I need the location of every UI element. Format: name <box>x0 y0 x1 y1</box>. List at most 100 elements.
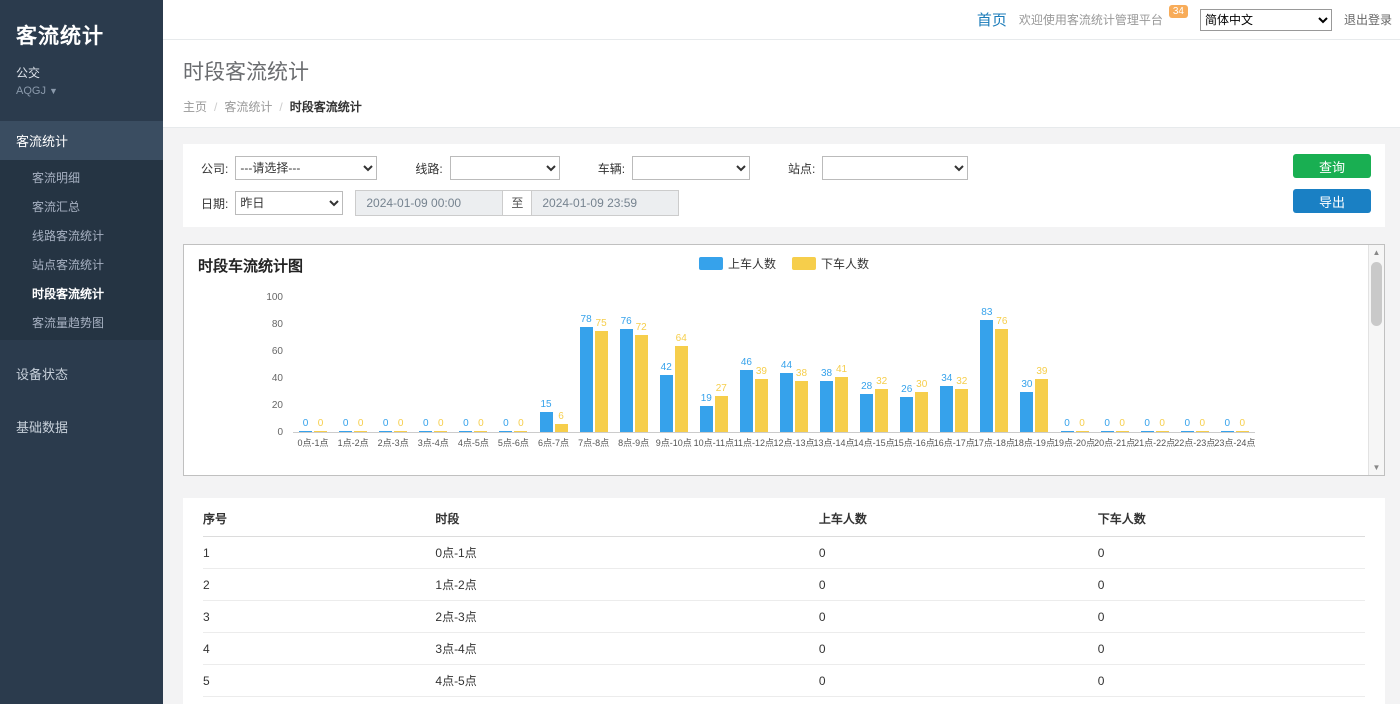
bar-group: 4438 <box>774 373 814 432</box>
table-cell: 4 <box>203 633 435 665</box>
boarding-bar: 0 <box>499 431 512 432</box>
content-area: 公司: ---请选择--- 线路: 车辆: 站点: <box>163 128 1400 704</box>
x-tick-label: 1点-2点 <box>333 436 373 452</box>
table-row: 10点-1点00 <box>203 537 1365 569</box>
plot-area: 0000000000001567875767242641927463944383… <box>293 298 1255 452</box>
vehicle-select[interactable] <box>632 156 750 180</box>
org-selector[interactable]: AQGJ▼ <box>16 85 147 97</box>
chart-scrollbar[interactable]: ▲ ▼ <box>1368 245 1384 475</box>
alighting-bar: 38 <box>795 381 808 432</box>
station-select[interactable] <box>822 156 968 180</box>
scroll-up-icon[interactable]: ▲ <box>1369 245 1384 260</box>
scroll-down-icon[interactable]: ▼ <box>1369 460 1384 475</box>
bar-group: 2630 <box>894 392 934 433</box>
filter-row-2: 日期: 昨日 至 <box>201 190 1367 216</box>
bar-value-label: 42 <box>661 363 672 373</box>
x-tick-label: 14点-15点 <box>854 436 894 452</box>
boarding-bar: 0 <box>379 431 392 432</box>
bar-value-label: 39 <box>756 367 767 377</box>
sidebar-section[interactable]: 设备状态 <box>0 354 163 393</box>
x-axis-labels: 0点-1点1点-2点2点-3点3点-4点4点-5点5点-6点6点-7点7点-8点… <box>293 436 1255 452</box>
bars-area: 0000000000001567875767242641927463944383… <box>293 298 1255 433</box>
table-cell: 6 <box>203 697 435 704</box>
boarding-bar: 76 <box>620 329 633 432</box>
bar-value-label: 0 <box>383 419 389 429</box>
sidebar-section[interactable]: 客流统计 <box>0 121 163 160</box>
line-select[interactable] <box>450 156 560 180</box>
sidebar-section[interactable]: 基础数据 <box>0 407 163 446</box>
date-to-input[interactable] <box>531 190 679 216</box>
alighting-bar: 75 <box>595 331 608 432</box>
legend-label: 下车人数 <box>821 255 869 272</box>
boarding-bar: 38 <box>820 381 833 432</box>
sidebar-item[interactable]: 站点客流统计 <box>0 250 163 279</box>
alighting-bar: 32 <box>875 389 888 432</box>
query-button[interactable]: 查询 <box>1293 154 1371 178</box>
language-select[interactable]: 简体中文 <box>1200 9 1332 31</box>
sidebar-item[interactable]: 时段客流统计 <box>0 279 163 308</box>
x-tick-label: 16点-17点 <box>934 436 974 452</box>
table-row: 43点-4点00 <box>203 633 1365 665</box>
x-tick-label: 8点-9点 <box>614 436 654 452</box>
x-tick-label: 22点-23点 <box>1175 436 1215 452</box>
table-cell: 3点-4点 <box>435 633 818 665</box>
bar-value-label: 44 <box>781 361 792 371</box>
alighting-bar: 0 <box>1236 431 1249 432</box>
table-row: 21点-2点00 <box>203 569 1365 601</box>
legend-item[interactable]: 下车人数 <box>792 255 869 272</box>
date-preset-select[interactable]: 昨日 <box>235 191 343 215</box>
boarding-bar: 0 <box>1221 431 1234 432</box>
alighting-bar: 39 <box>755 379 768 432</box>
bar-value-label: 0 <box>358 419 364 429</box>
sidebar-item[interactable]: 客流量趋势图 <box>0 308 163 337</box>
alighting-bar: 0 <box>1156 431 1169 432</box>
table-header-cell: 上车人数 <box>819 500 1098 537</box>
bar-group: 00 <box>1175 431 1215 432</box>
legend-item[interactable]: 上车人数 <box>699 255 776 272</box>
boarding-bar: 26 <box>900 397 913 432</box>
table-cell: 0 <box>819 665 1098 697</box>
y-tick-label: 60 <box>272 347 283 357</box>
boarding-bar: 0 <box>419 431 432 432</box>
home-link[interactable]: 首页 <box>977 9 1007 30</box>
notification-badge[interactable]: 34 <box>1169 5 1188 18</box>
boarding-bar: 34 <box>940 386 953 432</box>
bar-value-label: 19 <box>701 394 712 404</box>
boarding-bar: 0 <box>1101 431 1114 432</box>
scrollbar-thumb[interactable] <box>1371 262 1382 326</box>
breadcrumb-separator: / <box>279 100 282 114</box>
breadcrumb-item[interactable]: 客流统计 <box>224 100 272 114</box>
org-block: 公交 AQGJ▼ <box>0 62 163 111</box>
table-cell: 2 <box>203 569 435 601</box>
bar-group: 00 <box>493 431 533 432</box>
alighting-bar: 0 <box>314 431 327 432</box>
main-area: 首页 欢迎使用客流统计管理平台 34 简体中文 退出登录 时段客流统计 主页/客… <box>163 0 1400 704</box>
boarding-bar: 0 <box>339 431 352 432</box>
bar-value-label: 0 <box>398 419 404 429</box>
table-cell: 0 <box>1098 569 1365 601</box>
sidebar-item[interactable]: 客流明细 <box>0 163 163 192</box>
sidebar-item[interactable]: 线路客流统计 <box>0 221 163 250</box>
chart-panel: 时段车流统计图 上车人数下车人数 020406080100 0000000000… <box>183 244 1385 476</box>
alighting-bar: 6 <box>555 424 568 432</box>
export-button[interactable]: 导出 <box>1293 189 1371 213</box>
station-label: 站点: <box>788 160 815 177</box>
sidebar-item[interactable]: 客流汇总 <box>0 192 163 221</box>
company-select[interactable]: ---请选择--- <box>235 156 377 180</box>
table-row: 32点-3点00 <box>203 601 1365 633</box>
boarding-bar: 42 <box>660 375 673 432</box>
bar-value-label: 6 <box>558 412 564 422</box>
date-filter: 日期: 昨日 <box>201 191 343 215</box>
bar-value-label: 30 <box>1021 380 1032 390</box>
bar-group: 7672 <box>614 329 654 432</box>
logout-link[interactable]: 退出登录 <box>1344 11 1392 28</box>
date-from-input[interactable] <box>355 190 503 216</box>
bar-value-label: 26 <box>901 385 912 395</box>
alighting-bar: 0 <box>1196 431 1209 432</box>
table-header-cell: 序号 <box>203 500 435 537</box>
x-tick-label: 13点-14点 <box>814 436 854 452</box>
breadcrumb-item[interactable]: 主页 <box>183 100 207 114</box>
y-tick-label: 40 <box>272 374 283 384</box>
boarding-bar: 78 <box>580 327 593 432</box>
bar-value-label: 30 <box>916 380 927 390</box>
